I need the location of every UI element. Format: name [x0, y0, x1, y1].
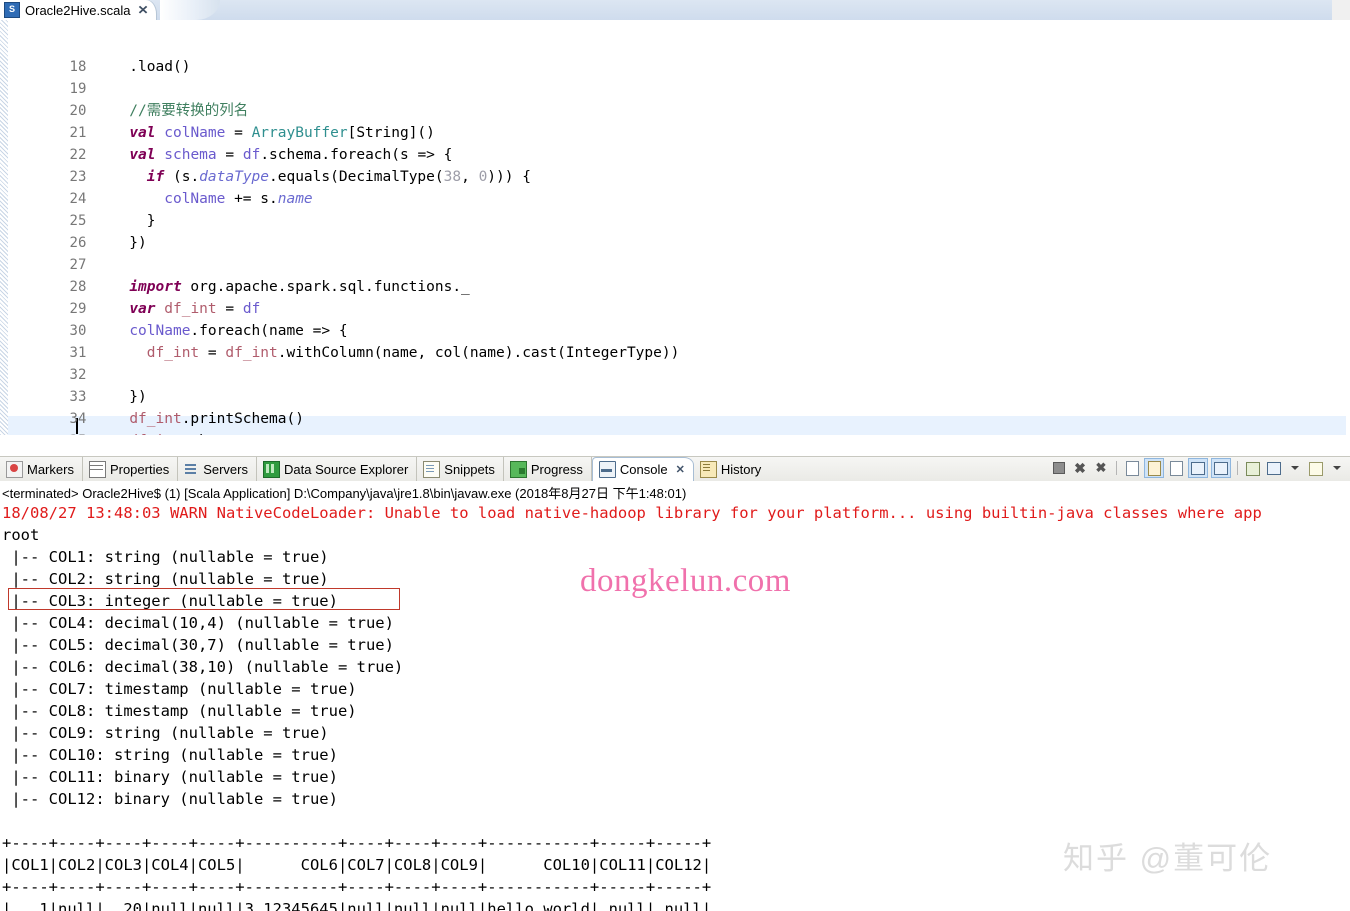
- pin-console-icon[interactable]: [1244, 459, 1262, 477]
- console-warning-line: 18/08/27 13:48:03 WARN NativeCodeLoader:…: [2, 504, 1262, 522]
- code-editor[interactable]: 17 .option("driver", "oracle.jdbc.driver…: [0, 20, 1350, 435]
- schema-field-line: |-- COL5: decimal(30,7) (nullable = true…: [2, 636, 394, 654]
- data-source-explorer-icon: [263, 460, 280, 478]
- display-console-icon[interactable]: [1265, 459, 1283, 477]
- close-icon[interactable]: ✕: [137, 3, 148, 17]
- clear-console-icon[interactable]: [1123, 459, 1141, 477]
- tab-markers[interactable]: Markers: [0, 457, 83, 481]
- tab-bar-right-edge: [1332, 0, 1350, 20]
- code-line: 21 val colName = ArrayBuffer[String](): [0, 100, 1350, 141]
- tab-label: Console: [619, 462, 668, 477]
- tab-label: Properties: [109, 461, 170, 477]
- console-icon: [598, 461, 616, 478]
- code-line: 34 df_int.printSchema(): [0, 386, 1350, 427]
- code-lines[interactable]: 17 .option("driver", "oracle.jdbc.driver…: [0, 20, 1350, 435]
- schema-root-label: root: [2, 526, 40, 544]
- tab-label: Snippets: [444, 461, 495, 477]
- schema-field-line: |-- COL12: binary (nullable = true): [2, 790, 338, 808]
- show-on-stdout-icon[interactable]: [1188, 458, 1208, 478]
- open-console-icon[interactable]: [1307, 459, 1325, 477]
- code-line: 35 df_int.show: [0, 408, 1350, 435]
- code-line: 19: [0, 56, 1350, 97]
- snippets-icon: [423, 460, 441, 478]
- tab-console[interactable]: Console ✕: [591, 457, 694, 482]
- code-line: 28 import org.apache.spark.sql.functions…: [0, 254, 1350, 295]
- tab-history[interactable]: History: [694, 457, 769, 481]
- schema-field-line: |-- COL7: timestamp (nullable = true): [2, 680, 357, 698]
- code-line: 22 val schema = df.schema.foreach(s => {: [0, 122, 1350, 163]
- editor-tab-bar: S Oracle2Hive.scala ✕: [0, 0, 1350, 21]
- markers-icon: [6, 460, 23, 478]
- remove-x-icon[interactable]: ✖: [1071, 459, 1089, 477]
- tab-label: History: [720, 461, 762, 477]
- watermark-site: dongkelun.com: [580, 563, 791, 599]
- editor-bottom-divider: [0, 435, 1350, 437]
- word-wrap-icon[interactable]: [1167, 459, 1185, 477]
- schema-field-line: |-- COL11: binary (nullable = true): [2, 768, 338, 786]
- editor-tab-label: Oracle2Hive.scala: [25, 2, 131, 18]
- tab-servers[interactable]: Servers: [178, 457, 257, 481]
- history-icon: [699, 460, 717, 478]
- tab-label: Data Source Explorer: [284, 461, 409, 477]
- tab-label: Progress: [530, 461, 583, 477]
- schema-field-line: |-- COL9: string (nullable = true): [2, 724, 329, 742]
- tab-data-source-explorer[interactable]: Data Source Explorer: [257, 457, 418, 481]
- code-line: 31 df_int = df_int.withColumn(name, col(…: [0, 320, 1350, 361]
- servers-icon: [184, 462, 199, 477]
- code-line: 27: [0, 232, 1350, 273]
- table-row: | 1|null| 20|null|null|3.12345645|null|n…: [2, 900, 712, 911]
- code-line: 33 }): [0, 364, 1350, 405]
- code-line: 20 //需要转换的列名: [0, 78, 1350, 119]
- tab-properties[interactable]: Properties: [83, 457, 179, 481]
- schema-field-line: |-- COL8: timestamp (nullable = true): [2, 702, 357, 720]
- schema-field-line: |-- COL6: decimal(38,10) (nullable = tru…: [2, 658, 404, 676]
- console-view-toolbar[interactable]: ✖ ✖: [1050, 456, 1350, 480]
- remove-all-xx-icon[interactable]: ✖: [1092, 459, 1110, 477]
- schema-highlight-box: [8, 588, 400, 610]
- code-line: 29 var df_int = df: [0, 276, 1350, 317]
- code-line: 32: [0, 342, 1350, 383]
- code-line: 30 colName.foreach(name => {: [0, 298, 1350, 339]
- tab-progress[interactable]: Progress: [504, 457, 592, 481]
- show-on-stderr-icon[interactable]: [1211, 458, 1231, 478]
- tab-bar-curve: [160, 0, 220, 20]
- tab-label: Markers: [27, 461, 74, 477]
- code-line: 24 colName += s.name: [0, 166, 1350, 207]
- stop-square-icon[interactable]: [1050, 459, 1068, 477]
- properties-icon: [88, 460, 106, 478]
- chevron-down-icon[interactable]: [1286, 459, 1304, 477]
- watermark-zhihu: 知乎 @董可伦: [1063, 841, 1273, 876]
- schema-field-line: |-- COL10: string (nullable = true): [2, 746, 338, 764]
- scala-file-icon: S: [4, 2, 20, 18]
- editor-tab-oracle2hive[interactable]: S Oracle2Hive.scala ✕: [0, 0, 156, 20]
- code-line: 23 if (s.dataType.equals(DecimalType(38,…: [0, 144, 1350, 185]
- close-icon[interactable]: ✕: [676, 463, 685, 476]
- progress-icon: [509, 460, 527, 478]
- scroll-lock-icon[interactable]: [1144, 458, 1164, 478]
- tab-snippets[interactable]: Snippets: [417, 457, 504, 481]
- code-line: 18 .load(): [0, 34, 1350, 75]
- toolbar-separator: [1116, 461, 1117, 475]
- schema-field-line: |-- COL4: decimal(10,4) (nullable = true…: [2, 614, 394, 632]
- table-border-mid: +----+----+----+----+----+----------+---…: [2, 878, 712, 896]
- editor-right-edge: [1346, 40, 1350, 435]
- tab-label: Servers: [203, 461, 248, 477]
- chevron-down-icon-2[interactable]: [1328, 459, 1346, 477]
- toolbar-separator-2: [1237, 461, 1238, 475]
- code-line: 17 .option("driver", "oracle.jdbc.driver…: [0, 20, 1350, 34]
- process-status-line: <terminated> Oracle2Hive$ (1) [Scala App…: [2, 486, 687, 501]
- code-line: 26 }): [0, 210, 1350, 251]
- code-line: 25 }: [0, 188, 1350, 229]
